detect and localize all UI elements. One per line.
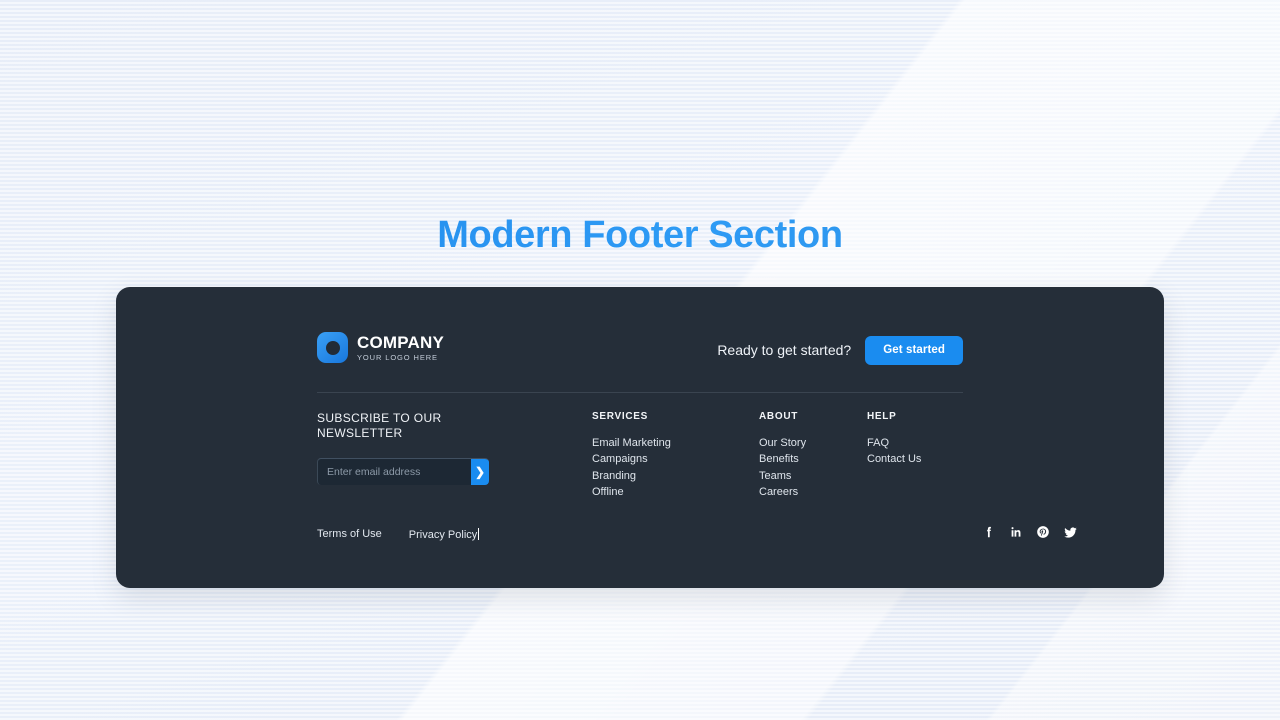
newsletter-section: SUBSCRIBE TO OUR NEWSLETTER ❯ bbox=[317, 411, 497, 485]
brand-name: COMPANY bbox=[357, 333, 445, 353]
footer-link[interactable]: Offline bbox=[592, 484, 671, 500]
column-heading-services: SERVICES bbox=[592, 411, 648, 422]
footer-divider bbox=[317, 392, 963, 393]
footer-link[interactable]: Benefits bbox=[759, 451, 806, 467]
newsletter-submit-button[interactable]: ❯ bbox=[471, 459, 489, 485]
footer-panel: COMPANY YOUR LOGO HERE Ready to get star… bbox=[116, 287, 1164, 588]
cta-group: Ready to get started? Get started bbox=[717, 332, 963, 368]
privacy-policy-link[interactable]: Privacy Policy bbox=[409, 529, 477, 541]
newsletter-heading: SUBSCRIBE TO OUR NEWSLETTER bbox=[317, 411, 442, 440]
footer-column-about: ABOUT Our Story Benefits Teams Careers bbox=[759, 411, 806, 500]
footer-link[interactable]: Campaigns bbox=[592, 451, 671, 467]
page-title: Modern Footer Section bbox=[0, 214, 1280, 257]
chevron-right-icon: ❯ bbox=[474, 465, 486, 479]
footer-link[interactable]: Branding bbox=[592, 468, 671, 484]
footer-link[interactable]: Email Marketing bbox=[592, 435, 671, 451]
footer-link[interactable]: Our Story bbox=[759, 435, 806, 451]
email-input[interactable] bbox=[318, 459, 471, 485]
brand-text: COMPANY YOUR LOGO HERE bbox=[357, 333, 444, 362]
text-cursor-caret bbox=[478, 528, 480, 540]
facebook-icon[interactable] bbox=[980, 523, 998, 541]
column-heading-about: ABOUT bbox=[759, 411, 799, 422]
terms-of-use-link[interactable]: Terms of Use bbox=[317, 528, 382, 540]
pinterest-icon[interactable] bbox=[1034, 523, 1052, 541]
footer-bottom-row: Terms of Use Privacy Policy bbox=[317, 523, 1079, 551]
footer-top-row: COMPANY YOUR LOGO HERE Ready to get star… bbox=[317, 332, 963, 368]
footer-column-help: HELP FAQ Contact Us bbox=[867, 411, 921, 468]
brand-tagline: YOUR LOGO HERE bbox=[357, 353, 438, 363]
footer-link[interactable]: Teams bbox=[759, 468, 806, 484]
rounded-square-circle-logo-icon bbox=[317, 332, 348, 363]
brand-logo[interactable]: COMPANY YOUR LOGO HERE bbox=[317, 332, 444, 363]
column-heading-help: HELP bbox=[867, 411, 897, 422]
get-started-button[interactable]: Get started bbox=[865, 335, 963, 365]
footer-link[interactable]: FAQ bbox=[867, 435, 921, 451]
legal-links: Terms of Use Privacy Policy bbox=[317, 525, 480, 543]
social-links bbox=[980, 523, 1079, 541]
footer-link[interactable]: Contact Us bbox=[867, 451, 921, 467]
linkedin-icon[interactable] bbox=[1007, 523, 1025, 541]
twitter-icon[interactable] bbox=[1061, 523, 1079, 541]
cta-text: Ready to get started? bbox=[717, 342, 852, 358]
newsletter-form: ❯ bbox=[317, 458, 489, 485]
privacy-policy-group: Privacy Policy bbox=[409, 525, 480, 543]
footer-link[interactable]: Careers bbox=[759, 484, 806, 500]
footer-column-services: SERVICES Email Marketing Campaigns Brand… bbox=[592, 411, 671, 500]
